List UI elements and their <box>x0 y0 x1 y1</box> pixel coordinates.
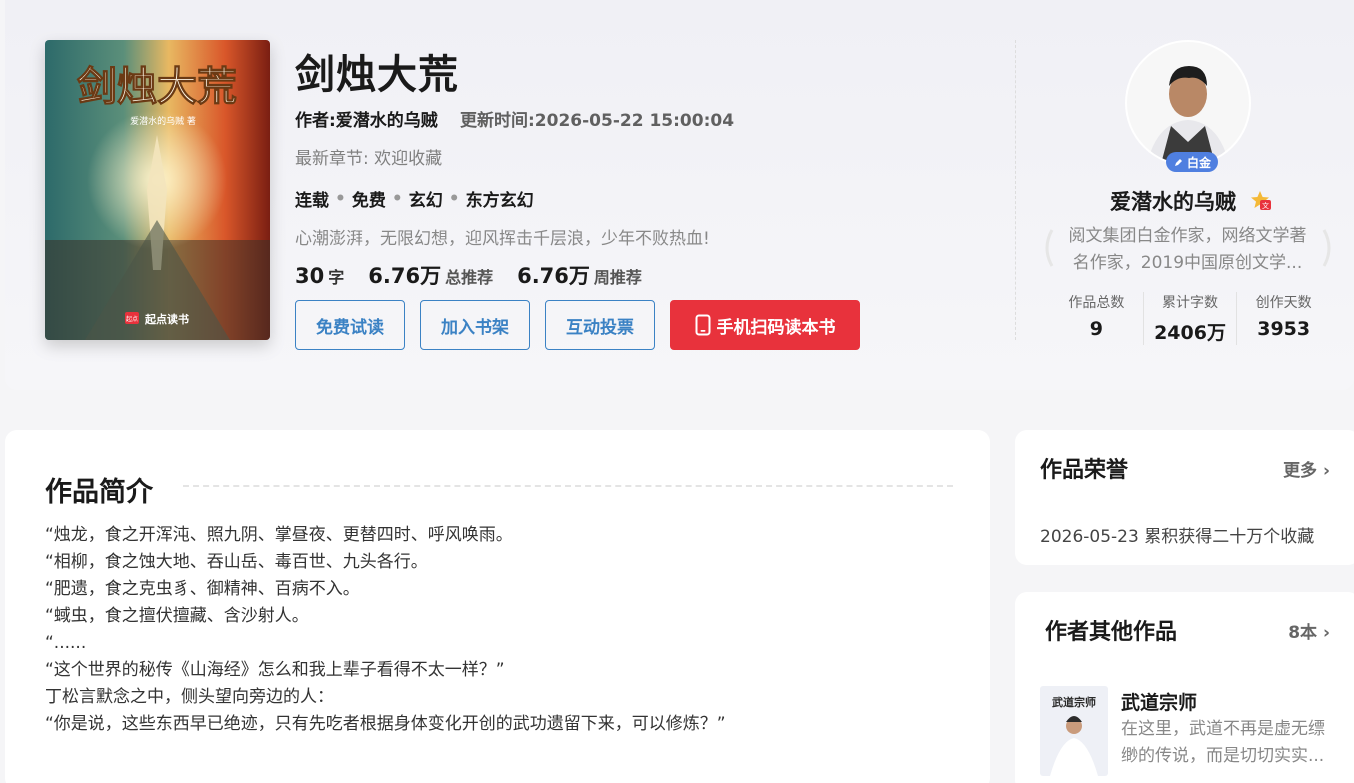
week-recommend-label: 周推荐 <box>593 268 642 287</box>
week-recommend-count: 6.76万 <box>517 264 590 288</box>
laurel-left-icon <box>1045 229 1054 267</box>
other-works-count: 8本 <box>1288 623 1318 643</box>
honor-item: 2026-05-23 累积获得二十万个收藏 <box>1040 527 1315 547</box>
author-stat-value: 3953 <box>1257 318 1311 340</box>
author-link[interactable]: 作者:爱潜水的乌贼 <box>295 106 438 131</box>
total-recommend-count: 6.76万 <box>368 264 442 288</box>
honors-title: 作品荣誉 <box>1040 458 1129 483</box>
book-slogan: 心潮澎湃，无限幻想，迎风挥击千层浪，少年不败热血! <box>295 229 710 249</box>
chevron-right-icon: › <box>1322 461 1330 481</box>
total-recommend-label: 总推荐 <box>445 268 494 287</box>
author-stat-label: 创作天数 <box>1255 295 1312 311</box>
platinum-badge-label: 白金 <box>1186 155 1211 170</box>
scan-read-button[interactable]: 手机扫码读本书 <box>670 300 860 350</box>
add-shelf-button[interactable]: 加入书架 <box>420 300 530 350</box>
intro-body: “烛龙，食之开浑沌、照九阴、掌昼夜、更替四时、呼风唤雨。 “相柳，食之蚀大地、吞… <box>45 525 726 734</box>
other-work-desc-line-1: 在这里，武道不再是虚无缥 <box>1121 719 1325 739</box>
book-tags: 连载 • 免费 • 玄幻 • 东方玄幻 <box>295 186 534 212</box>
author-stat-label: 作品总数 <box>1068 295 1125 311</box>
tag-separator: • <box>335 188 346 209</box>
tag-separator: • <box>448 188 460 209</box>
vote-button[interactable]: 互动投票 <box>545 300 655 350</box>
author-level-icon: 文 <box>1251 191 1271 210</box>
author-description: 阅文集团白金作家，网络文学著 名作家，2019中国原创文学... <box>1060 223 1315 277</box>
tag-price: 免费 <box>351 191 386 211</box>
cover-title-text: 剑烛大荒 <box>77 63 237 110</box>
word-count-unit: 字 <box>328 268 345 287</box>
chevron-right-icon: › <box>1322 623 1330 643</box>
other-work-description: 在这里，武道不再是虚无缥 缈的传说，而是切切实实... <box>1121 716 1331 770</box>
other-work-cover[interactable]: 武道宗师 <box>1040 686 1108 776</box>
tag-genre[interactable]: 玄幻 <box>409 186 443 211</box>
other-works-title: 作者其他作品 <box>1045 620 1178 645</box>
latest-chapter-link[interactable]: 最新章节: 欢迎收藏 <box>295 144 442 169</box>
other-works-count-link[interactable]: 8本 › <box>1288 618 1330 643</box>
author-stat-label: 累计字数 <box>1162 295 1218 311</box>
other-work-desc-line-2: 缈的传说，而是切切实实... <box>1121 746 1325 766</box>
pen-icon <box>1174 158 1182 166</box>
free-read-button[interactable]: 免费试读 <box>295 300 405 350</box>
author-stat-value: 9 <box>1089 318 1103 340</box>
author-stat-value: 2406万 <box>1154 322 1226 344</box>
word-count: 30 <box>295 264 325 288</box>
update-time: 更新时间:2026-05-22 15:00:04 <box>460 111 735 131</box>
platinum-badge: 白金 <box>1166 152 1218 172</box>
publisher-name: 起点读书 <box>144 312 189 326</box>
header-divider <box>1015 40 1016 340</box>
phone-icon <box>695 314 710 336</box>
other-work-title[interactable]: 武道宗师 <box>1121 688 1197 715</box>
other-works-card: 作者其他作品 8本 › 武道宗师 武道宗师 在这里，武道不再是虚无缥 缈的传说，… <box>1015 592 1354 783</box>
book-title: 剑烛大荒 <box>295 52 459 98</box>
laurel-right-icon <box>1322 229 1331 267</box>
book-stats: 30 字 6.76万 总推荐 6.76万 周推荐 <box>295 260 666 290</box>
author-desc-line-2: 名作家，2019中国原创文学... <box>1072 253 1303 273</box>
scan-read-label: 手机扫码读本书 <box>716 317 836 338</box>
cover-author-text: 爱潜水的乌贼 著 <box>130 115 196 127</box>
author-stat-works: 作品总数 9 <box>1050 292 1143 345</box>
author-desc-line-1: 阅文集团白金作家，网络文学著 <box>1068 226 1307 246</box>
intro-card: 作品简介 “烛龙，食之开浑沌、照九阴、掌昼夜、更替四时、呼风唤雨。 “相柳，食之… <box>5 430 990 783</box>
tag-subgenre[interactable]: 东方玄幻 <box>466 186 534 211</box>
author-stat-words: 累计字数 2406万 <box>1142 292 1237 345</box>
honors-card: 作品荣誉 更多 › 2026-05-23 累积获得二十万个收藏 <box>1015 430 1354 565</box>
book-cover[interactable]: 剑烛大荒 爱潜水的乌贼 著 起点 起点读书 <box>45 40 270 340</box>
author-avatar[interactable] <box>1125 40 1251 166</box>
tag-separator: • <box>391 188 403 209</box>
intro-title: 作品简介 <box>45 477 153 508</box>
other-work-cover-text: 武道宗师 <box>1052 695 1096 709</box>
author-stat-days: 创作天数 3953 <box>1236 292 1330 345</box>
author-level-text: 文 <box>1262 201 1269 210</box>
publisher-logo-text: 起点 <box>126 315 138 323</box>
author-stats: 作品总数 9 累计字数 2406万 创作天数 3953 <box>1050 292 1330 345</box>
honors-more-label: 更多 <box>1283 461 1318 481</box>
tag-status: 连载 <box>295 191 329 211</box>
intro-title-divider <box>183 485 953 487</box>
honors-more-link[interactable]: 更多 › <box>1283 456 1330 481</box>
